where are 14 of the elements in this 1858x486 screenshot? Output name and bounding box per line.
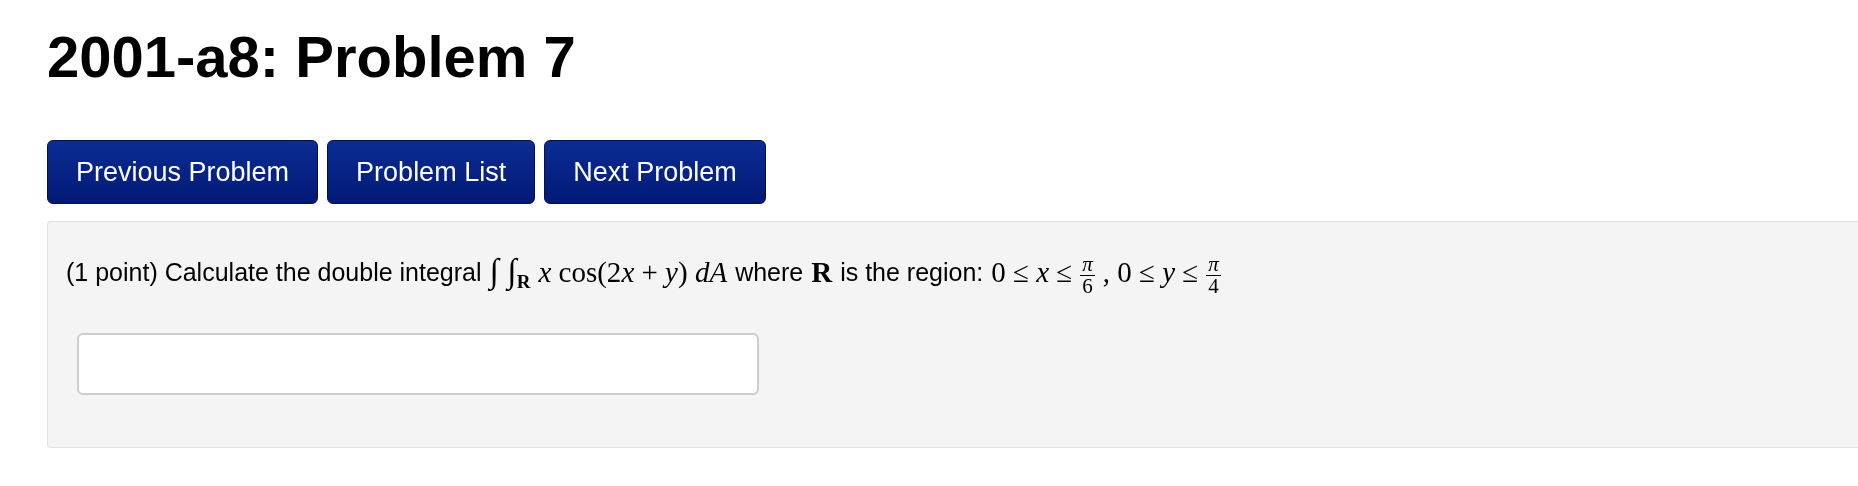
math-expression: 0 ≤ x ≤ <box>991 256 1073 289</box>
math-expression: , 0 ≤ y ≤ <box>1102 256 1199 289</box>
fraction: π 4 <box>1206 254 1221 297</box>
problem-text: is the region: <box>840 258 984 287</box>
fraction: π 6 <box>1080 254 1095 297</box>
nav-button[interactable]: Next Problem <box>544 140 766 204</box>
math-expression: R <box>811 256 833 289</box>
problem-text: (1 point) Calculate the double integral <box>66 258 482 287</box>
nav-button[interactable]: Problem List <box>327 140 536 204</box>
math-expression: ∫ ∫$_{R}$ x cos(2x + y) dA <box>489 251 728 294</box>
nav-button[interactable]: Previous Problem <box>47 140 319 204</box>
page-title: 2001-a8: Problem 7 <box>47 23 576 91</box>
answer-field[interactable] <box>77 333 759 395</box>
problem-text: where <box>735 258 804 287</box>
